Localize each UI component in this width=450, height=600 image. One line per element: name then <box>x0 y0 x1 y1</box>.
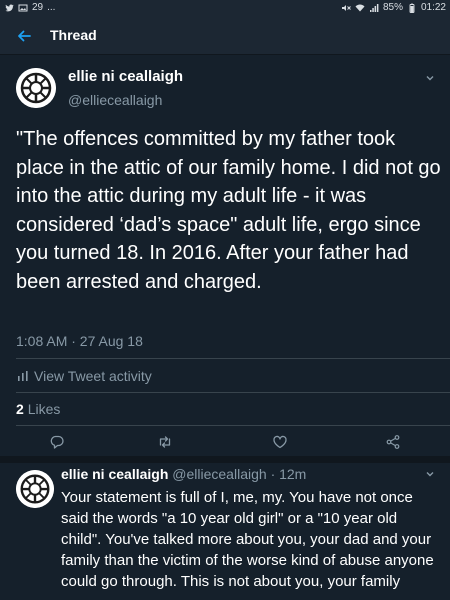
view-tweet-activity-label: View Tweet activity <box>34 368 152 384</box>
divider <box>16 392 450 393</box>
retweet-icon[interactable] <box>157 434 173 450</box>
battery-icon <box>409 3 415 13</box>
thread-separator <box>0 456 450 463</box>
divider <box>16 358 450 359</box>
reply-author-handle[interactable]: @ellieceallaigh <box>172 466 266 482</box>
wifi-icon <box>355 4 365 11</box>
likes-summary[interactable]: 2 Likes <box>16 401 60 417</box>
likes-label: Likes <box>27 401 61 417</box>
tweet-options-chevron-icon[interactable] <box>424 72 436 84</box>
author-avatar[interactable] <box>16 68 56 108</box>
app-header: Thread <box>0 17 450 55</box>
reply-header: ellie ni ceallaigh @ellieceallaigh · 12m <box>61 466 306 482</box>
battery-percent: 85% <box>382 2 403 13</box>
reply-options-chevron-icon[interactable] <box>424 468 436 480</box>
twitter-notification-icon <box>5 4 14 11</box>
author-name[interactable]: ellie ni ceallaigh <box>68 68 183 85</box>
status-left-text: 29 <box>32 2 44 13</box>
like-icon[interactable] <box>272 434 288 450</box>
reply-icon[interactable] <box>49 434 65 450</box>
tweet-timestamp[interactable]: 1:08 AM · 27 Aug 18 <box>16 333 143 349</box>
reply-author-name[interactable]: ellie ni ceallaigh <box>61 466 168 482</box>
share-icon[interactable] <box>385 434 401 450</box>
reply-text: Your statement is full of I, me, my. You… <box>61 489 434 590</box>
status-right: 85% 01:22 <box>341 2 446 13</box>
status-time: 01:22 <box>420 2 446 13</box>
signal-icon <box>369 3 379 12</box>
divider <box>16 425 450 426</box>
page-title: Thread <box>50 27 97 43</box>
gallery-notification-icon <box>18 4 28 11</box>
celtic-knot-avatar-icon <box>16 470 54 508</box>
likes-count: 2 <box>16 401 24 417</box>
status-left: 29 ... <box>4 2 55 13</box>
tweet-text: "The offences committed by my father too… <box>16 128 441 293</box>
celtic-knot-avatar-icon <box>16 68 56 108</box>
author-handle[interactable]: @ellieceallaigh <box>68 92 162 108</box>
view-tweet-activity-link[interactable]: View Tweet activity <box>16 368 152 384</box>
tweet-action-bar <box>0 428 450 456</box>
back-arrow-icon <box>18 30 31 42</box>
reply-author-avatar[interactable] <box>16 470 54 508</box>
mute-icon <box>341 4 351 11</box>
reply-time-ago: · 12m <box>270 466 307 482</box>
analytics-icon <box>18 371 28 381</box>
status-bar: 29 ... 85% 01:22 <box>0 0 450 17</box>
back-button[interactable] <box>8 21 40 51</box>
status-dots: ... <box>47 2 56 13</box>
